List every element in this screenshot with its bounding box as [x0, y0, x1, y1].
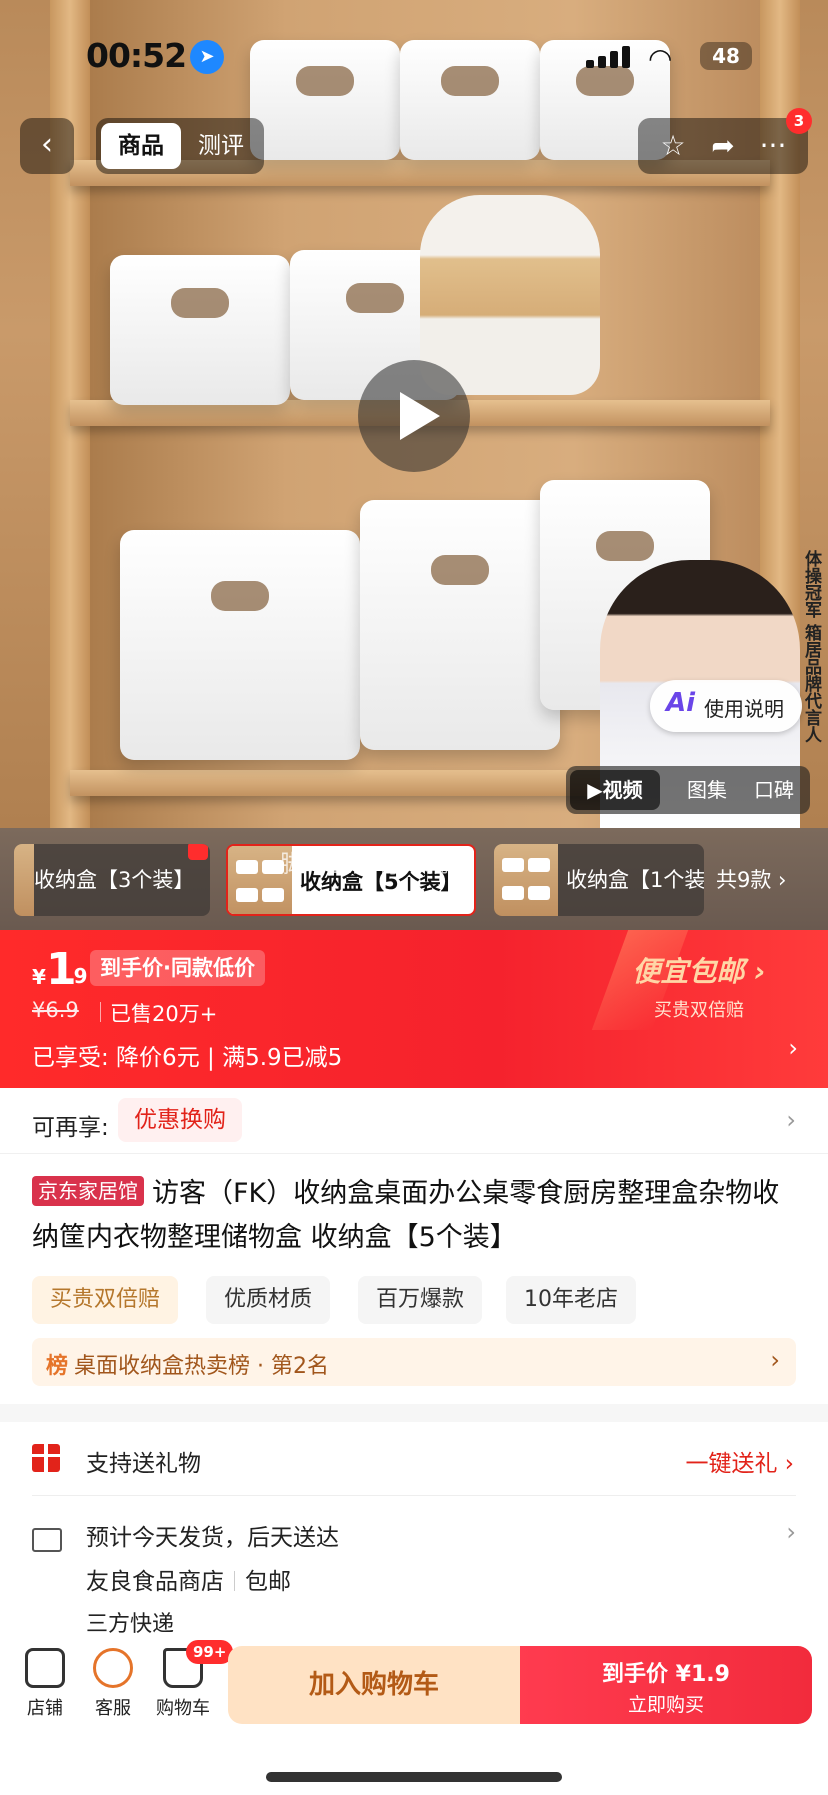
variant-option[interactable]: 收纳盒【3个装】	[14, 844, 210, 916]
variant-thumbnail	[14, 844, 34, 916]
customer-service-button[interactable]: 客服	[78, 1648, 148, 1720]
send-gift-link[interactable]: 一键送礼 ›	[685, 1444, 794, 1478]
storage-box-image	[360, 500, 560, 750]
store-name: 友良食品商店	[86, 1569, 224, 1595]
gift-icon	[32, 1444, 60, 1472]
customer-service-icon	[93, 1648, 133, 1688]
tag-bestseller[interactable]: 百万爆款	[358, 1276, 483, 1324]
extra-offer-value: 优惠换购	[118, 1098, 242, 1142]
danmaku-comment: 脚华上的肴碎就菜	[280, 850, 472, 878]
battery-indicator: 48	[700, 42, 752, 70]
storage-box-image	[120, 530, 360, 760]
status-bar: 00:52 ➤ ◠ 48	[0, 32, 828, 80]
ai-instructions-label: 使用说明	[704, 697, 784, 721]
tag-quality[interactable]: 优质材质	[206, 1276, 331, 1324]
top-navigation: ‹ 商品 测评 ☆ ➦ ··· 3	[0, 108, 828, 174]
section-divider	[0, 1404, 828, 1422]
tab-product[interactable]: 商品	[101, 123, 181, 169]
free-shipping-promo[interactable]: 便宜包邮 › 买贵双倍赔	[594, 950, 804, 1030]
product-title: 京东家居馆 访客（FK）收纳盒桌面办公桌零食厨房整理盒杂物收纳筐内衣物整理储物盒 …	[32, 1172, 796, 1260]
home-indicator[interactable]	[266, 1772, 562, 1782]
tab-review[interactable]: 测评	[181, 123, 261, 169]
media-tab-bar: ▶视频 图集 口碑	[566, 766, 810, 814]
cart-button[interactable]: 购物车 99+	[148, 1640, 234, 1720]
ai-icon: Ai	[666, 688, 696, 718]
add-to-cart-button[interactable]: 加入购物车	[228, 1646, 520, 1724]
price-currency: ¥	[32, 965, 46, 989]
store-label: 店铺	[27, 1698, 63, 1719]
extra-offer-label: 可再享:	[32, 1115, 109, 1141]
cart-count-badge: 99+	[186, 1640, 234, 1664]
shipping-row[interactable]: 预计今天发货，后天送达 友良食品商店 包邮 三方快递 ›	[0, 1500, 828, 1650]
variant-option[interactable]: 收纳盒【1个装	[494, 844, 704, 916]
cart-label: 购物车	[156, 1698, 210, 1719]
favorite-star-icon[interactable]: ☆	[648, 118, 698, 174]
price-decimal: .9	[66, 964, 88, 988]
share-icon[interactable]: ➦	[698, 118, 748, 174]
product-tags: 买贵双倍赔 优质材质 百万爆款 10年老店	[32, 1276, 812, 1324]
chevron-right-icon: ›	[786, 1518, 796, 1546]
more-badge: 3	[786, 108, 812, 134]
chevron-right-icon: ›	[786, 1106, 796, 1134]
chevron-right-icon: ›	[788, 1034, 798, 1062]
buy-now-label: 立即购买	[627, 1694, 704, 1716]
back-button[interactable]: ‹	[20, 118, 74, 174]
shop-tag: 京东家居馆	[32, 1176, 144, 1206]
variant-total-link[interactable]: 共9款 ›	[716, 844, 786, 916]
store-button[interactable]: 店铺	[10, 1648, 80, 1720]
promo-subtitle: 买贵双倍赔	[654, 1000, 744, 1021]
truck-icon	[32, 1528, 62, 1552]
variant-thumbnail	[494, 844, 558, 916]
location-arrow-icon: ➤	[190, 40, 224, 74]
applied-discounts[interactable]: 已享受: 降价6元 | 满5.9已减5	[32, 1038, 342, 1072]
cellular-signal-icon	[586, 46, 630, 68]
variant-label: 收纳盒【3个装】	[34, 868, 195, 892]
original-price: ¥6.9	[32, 998, 79, 1022]
tag-price-guarantee[interactable]: 买贵双倍赔	[32, 1276, 179, 1324]
price-banner: ¥ 1 .9 到手价·同款低价 ¥6.9 已售20万+ 已享受: 降价6元 | …	[0, 930, 828, 1088]
courier: 三方快递	[86, 1612, 175, 1637]
product-title-text: 访客（FK）收纳盒桌面办公桌零食厨房整理盒杂物收纳筐内衣物整理储物盒 收纳盒【5…	[32, 1178, 780, 1253]
store-icon	[25, 1648, 65, 1688]
final-price-tag: 到手价·同款低价	[90, 950, 265, 986]
top-actions: ☆ ➦ ··· 3	[638, 108, 812, 174]
hot-flag-icon	[188, 844, 208, 860]
ranking-icon: 榜	[46, 1354, 69, 1379]
chevron-right-icon: ›	[770, 1346, 780, 1374]
ai-instructions-button[interactable]: Ai 使用说明	[650, 680, 802, 732]
storage-box-image	[110, 255, 290, 405]
gift-label: 支持送礼物	[86, 1451, 201, 1477]
gift-row[interactable]: 支持送礼物 一键送礼 ›	[0, 1422, 828, 1496]
buy-now-button[interactable]: 到手价 ¥1.9 立即购买	[520, 1646, 812, 1724]
play-video-button[interactable]	[358, 360, 470, 472]
media-tab-reviews[interactable]: 口碑	[742, 766, 806, 814]
media-tab-gallery[interactable]: 图集	[672, 766, 742, 814]
buy-price: 到手价 ¥1.9	[602, 1662, 730, 1687]
ranking-row[interactable]: 榜桌面收纳盒热卖榜 · 第2名 ›	[32, 1338, 796, 1386]
divider	[32, 1495, 796, 1496]
extra-offer-row[interactable]: 可再享: 优惠换购 ›	[0, 1088, 828, 1154]
postage: 包邮	[245, 1569, 291, 1595]
sold-count: 已售20万+	[99, 998, 217, 1028]
delivery-estimate: 预计今天发货，后天送达	[86, 1525, 339, 1551]
tag-old-store[interactable]: 10年老店	[506, 1276, 636, 1324]
customer-service-label: 客服	[95, 1698, 131, 1719]
promo-title: 便宜包邮 ›	[632, 955, 766, 988]
wifi-icon: ◠	[648, 42, 673, 75]
media-tab-video[interactable]: ▶视频	[570, 770, 660, 810]
rice-jar-image	[420, 195, 600, 395]
bottom-action-bar: 店铺 客服 购物车 99+ 加入购物车 到手价 ¥1.9 立即购买	[0, 1640, 828, 1795]
ranking-text: 桌面收纳盒热卖榜 · 第2名	[74, 1354, 329, 1379]
variant-label: 收纳盒【1个装	[566, 868, 704, 892]
status-time: 00:52	[86, 36, 187, 75]
page-tab-switcher: 商品 测评	[96, 118, 264, 174]
